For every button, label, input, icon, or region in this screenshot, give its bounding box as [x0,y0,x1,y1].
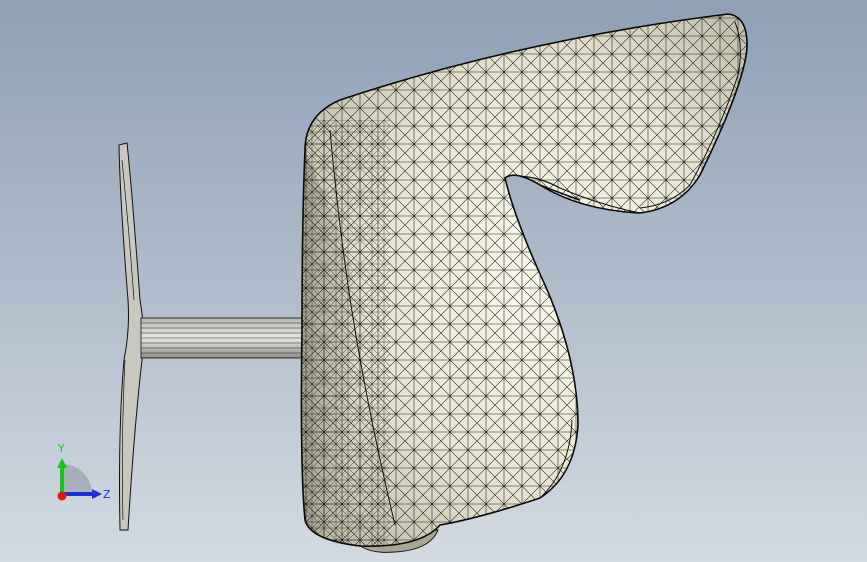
y-axis-arrowhead [57,458,67,468]
z-axis-arrowhead [92,489,102,499]
view-triad[interactable]: Y Z [40,436,120,516]
back-plate [118,142,145,531]
y-axis-label: Y [57,442,65,455]
connecting-rod [140,317,306,359]
x-axis-dot [57,491,67,501]
triad-quadrant [62,464,92,494]
z-axis-label: Z [103,488,111,501]
graphics-viewport[interactable]: Y Z [0,0,867,562]
mesh-body [300,13,748,547]
mesh-model[interactable] [0,0,867,562]
